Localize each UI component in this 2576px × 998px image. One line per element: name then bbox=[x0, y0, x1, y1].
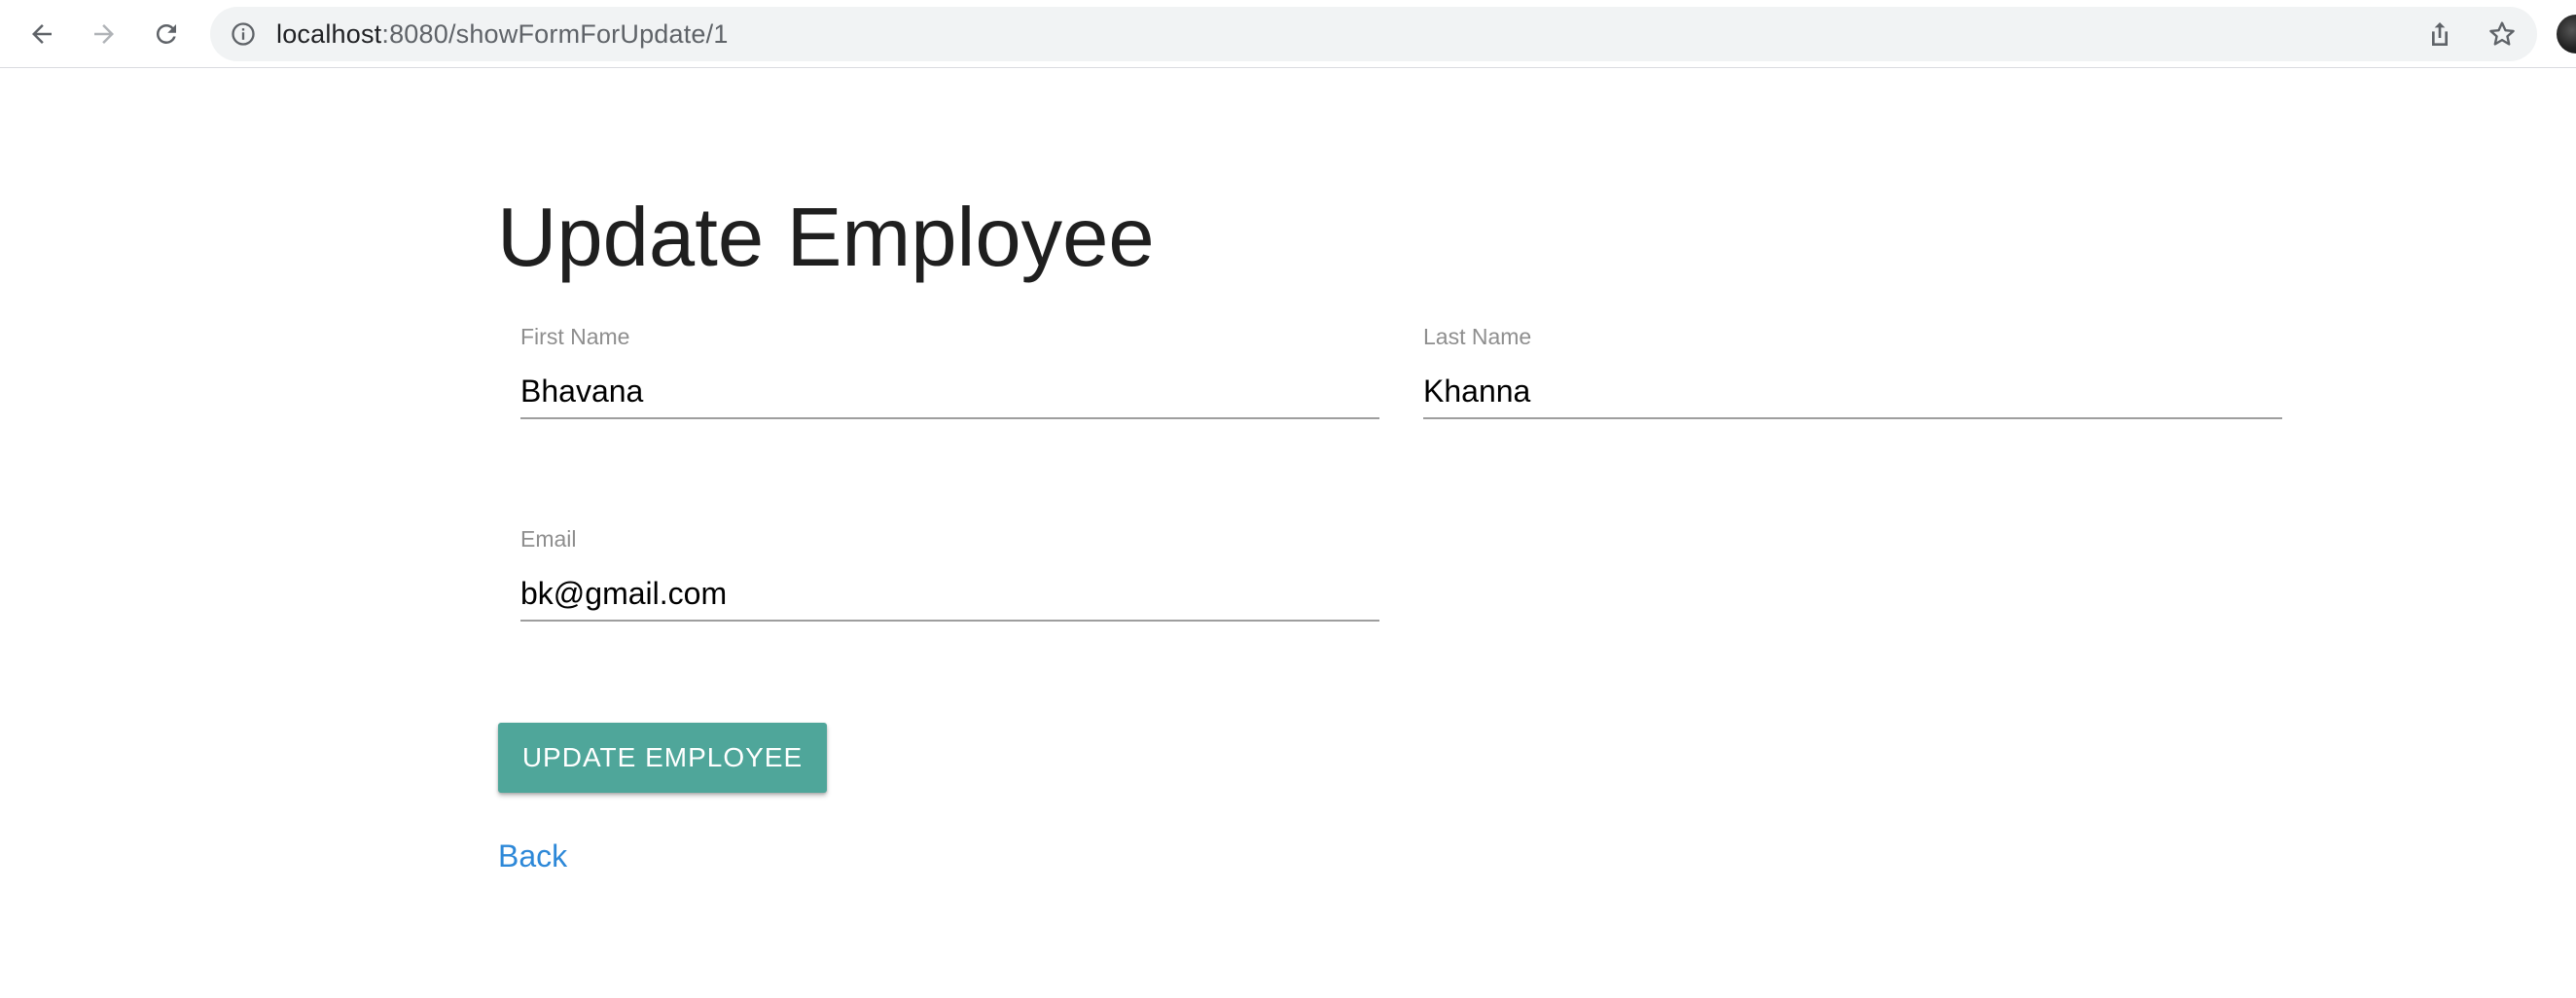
reload-icon bbox=[156, 23, 176, 44]
last-name-field: Last Name bbox=[1423, 324, 2282, 437]
arrow-left-icon bbox=[32, 24, 52, 44]
back-link[interactable]: Back bbox=[498, 838, 567, 874]
email-input[interactable] bbox=[520, 567, 1379, 622]
url-path: :8080/showFormForUpdate/1 bbox=[381, 19, 729, 49]
url-text[interactable]: localhost:8080/showFormForUpdate/1 bbox=[276, 7, 729, 61]
reload-button[interactable] bbox=[144, 12, 189, 56]
info-circle-icon[interactable] bbox=[230, 20, 257, 48]
email-label: Email bbox=[520, 526, 577, 552]
browser-toolbar: localhost:8080/showFormForUpdate/1 bbox=[0, 0, 2576, 68]
first-name-field: First Name bbox=[520, 324, 1379, 437]
avatar[interactable] bbox=[2557, 15, 2576, 53]
last-name-input[interactable] bbox=[1423, 365, 2282, 419]
first-name-input[interactable] bbox=[520, 365, 1379, 419]
update-employee-button[interactable]: UPDATE EMPLOYEE bbox=[498, 723, 827, 793]
arrow-right-icon bbox=[94, 24, 114, 44]
page-title: Update Employee bbox=[497, 192, 1155, 284]
first-name-label: First Name bbox=[520, 324, 630, 349]
email-field: Email bbox=[520, 526, 1379, 639]
last-name-label: Last Name bbox=[1423, 324, 1532, 349]
share-icon[interactable] bbox=[2424, 18, 2455, 50]
url-host: localhost bbox=[276, 19, 382, 49]
back-button[interactable] bbox=[19, 12, 64, 56]
forward-button[interactable] bbox=[82, 12, 126, 56]
address-bar[interactable]: localhost:8080/showFormForUpdate/1 bbox=[210, 7, 2537, 61]
star-icon[interactable] bbox=[2487, 18, 2518, 50]
